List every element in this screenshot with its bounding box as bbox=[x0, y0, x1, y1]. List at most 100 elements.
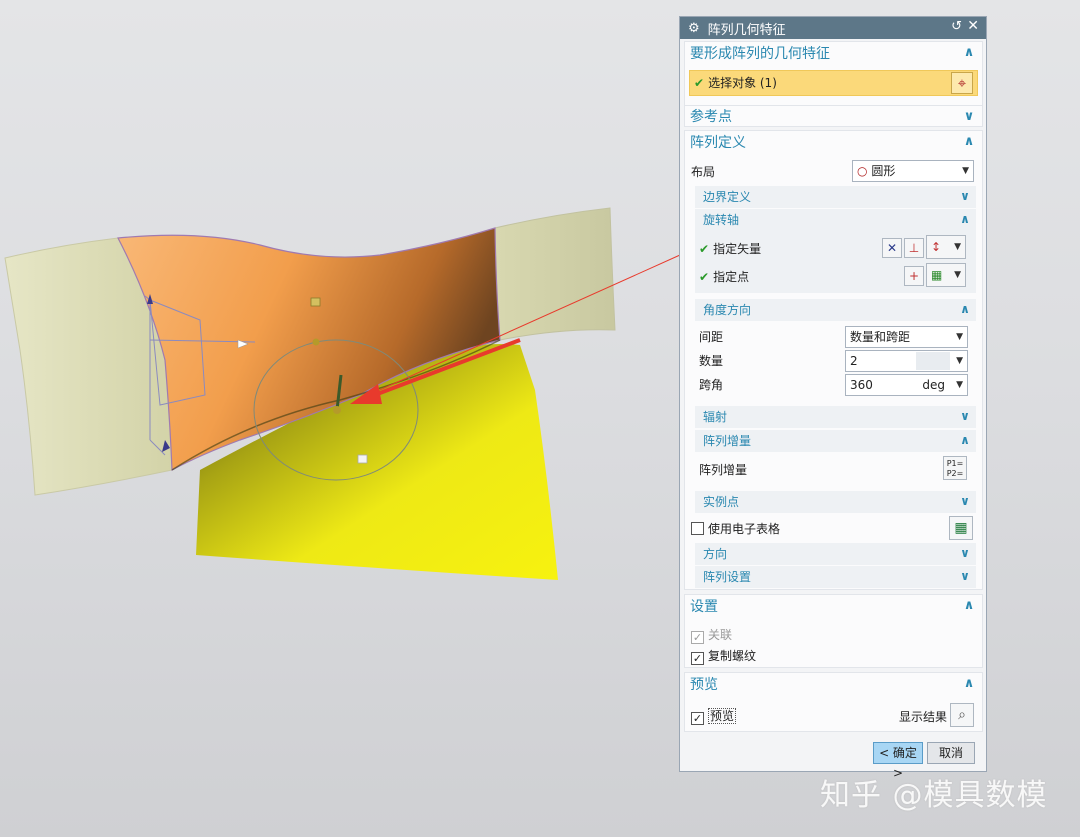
ok-button[interactable]: < 确定 > bbox=[873, 742, 923, 780]
chevron-down-icon[interactable]: ∨ bbox=[962, 109, 976, 125]
dropdown-arrow-icon: ▼ bbox=[962, 166, 969, 176]
chevron-up-icon[interactable]: ∧ bbox=[962, 45, 976, 61]
subsection-array-settings-title: 阵列设置 bbox=[703, 570, 752, 584]
chevron-up-icon[interactable]: ∧ bbox=[962, 598, 976, 614]
dialog-title-bar: ⚙ 阵列几何特征 ↺ ✕ bbox=[680, 17, 986, 39]
section-ref-point-title: 参考点 bbox=[690, 109, 732, 125]
copy-threads-label: 复制螺纹 bbox=[708, 649, 757, 663]
pale-right-surface bbox=[494, 207, 616, 341]
dropdown-arrow-icon: ▼ bbox=[956, 380, 963, 390]
subsection-array-settings[interactable]: 阵列设置 ∨ bbox=[695, 566, 976, 588]
subsection-increment[interactable]: 阵列增量 ∧ bbox=[695, 430, 976, 452]
spreadsheet-icon[interactable]: ▦ bbox=[949, 516, 973, 540]
specify-vector-row: ✔ 指定矢量 bbox=[699, 240, 761, 257]
count-value: 2 bbox=[850, 354, 858, 368]
handle-bottom[interactable] bbox=[357, 454, 368, 464]
use-spreadsheet-row[interactable]: 使用电子表格 bbox=[691, 520, 780, 537]
chevron-down-icon[interactable]: ∨ bbox=[958, 408, 972, 424]
section-settings: 设置 ∧ ✓ 关联 ✓ 复制螺纹 bbox=[684, 594, 983, 668]
check-icon: ✔ bbox=[699, 270, 710, 284]
subsection-rotation-axis-title: 旋转轴 bbox=[703, 213, 740, 227]
section-preview-title: 预览 bbox=[690, 677, 718, 693]
layout-label: 布局 bbox=[691, 165, 716, 179]
subsection-orientation[interactable]: 方向 ∨ bbox=[695, 543, 976, 565]
use-spreadsheet-checkbox[interactable] bbox=[691, 522, 704, 535]
copy-threads-row[interactable]: ✓ 复制螺纹 bbox=[691, 647, 756, 665]
associative-row: ✓ 关联 bbox=[691, 626, 732, 644]
subsection-angle-direction[interactable]: 角度方向 ∧ bbox=[695, 299, 976, 321]
section-preview: 预览 ∧ ✓ 预览 显示结果 ⌕ bbox=[684, 672, 983, 732]
chevron-up-icon[interactable]: ∧ bbox=[962, 134, 976, 150]
dropdown-arrow-icon: ▼ bbox=[956, 356, 963, 366]
spacing-dropdown[interactable]: 数量和跨距 ▼ bbox=[845, 326, 968, 348]
show-result-label: 显示结果 bbox=[899, 710, 948, 724]
chevron-up-icon[interactable]: ∧ bbox=[958, 301, 972, 317]
subsection-rotation-axis[interactable]: 旋转轴 ∧ bbox=[695, 209, 976, 231]
span-angle-unit: deg bbox=[922, 378, 945, 392]
spacing-value: 数量和跨距 bbox=[850, 330, 911, 344]
select-crosshair-icon[interactable]: ⌖ bbox=[951, 72, 973, 94]
vector-dialog-icon[interactable]: ⊥ bbox=[904, 238, 924, 258]
magnifier-icon[interactable]: ⌕ bbox=[950, 703, 974, 727]
gear-icon: ⚙ bbox=[688, 20, 700, 36]
select-object-label: 选择对象 (1) bbox=[708, 76, 777, 90]
increment-label: 阵列增量 bbox=[699, 463, 748, 477]
increment-table-icon[interactable]: P1= P2= bbox=[943, 456, 967, 480]
copy-threads-checkbox[interactable]: ✓ bbox=[691, 652, 704, 665]
vector-type-dropdown[interactable]: ↕ ▼ bbox=[926, 235, 966, 259]
subsection-radiation[interactable]: 辐射 ∨ bbox=[695, 406, 976, 428]
section-ref-point-header[interactable]: 参考点 ∨ bbox=[685, 106, 982, 128]
preview-label: 预览 bbox=[708, 708, 737, 724]
section-geometry-header[interactable]: 要形成阵列的几何特征 ∧ bbox=[685, 42, 982, 66]
pattern-geometry-dialog: ⚙ 阵列几何特征 ↺ ✕ 要形成阵列的几何特征 ∧ ✔ 选择对象 (1) ⌖ 参考… bbox=[679, 16, 987, 780]
handle-top[interactable] bbox=[310, 297, 321, 307]
preview-row[interactable]: ✓ 预览 bbox=[691, 707, 737, 725]
section-preview-header[interactable]: 预览 ∧ bbox=[685, 673, 982, 697]
section-array-def-header[interactable]: 阵列定义 ∧ bbox=[685, 131, 982, 155]
subsection-instance-point-title: 实例点 bbox=[703, 495, 740, 509]
subsection-boundary-title: 边界定义 bbox=[703, 190, 752, 204]
chevron-up-icon[interactable]: ∧ bbox=[958, 432, 972, 448]
layout-dropdown[interactable]: ○ 圆形 ▼ bbox=[852, 160, 974, 182]
chevron-down-icon[interactable]: ∨ bbox=[958, 188, 972, 204]
span-angle-value: 360 bbox=[850, 378, 873, 392]
subsection-radiation-title: 辐射 bbox=[703, 410, 728, 424]
point-dialog-icon[interactable]: + bbox=[904, 266, 924, 286]
cancel-button[interactable]: 取消 bbox=[927, 742, 975, 764]
vector-flip-icon[interactable]: ✕ bbox=[882, 238, 902, 258]
chevron-down-icon[interactable]: ∨ bbox=[958, 568, 972, 584]
associative-label: 关联 bbox=[708, 628, 733, 642]
circle-icon: ○ bbox=[857, 164, 868, 178]
chevron-up-icon[interactable]: ∧ bbox=[958, 211, 972, 227]
span-angle-input[interactable]: 360 deg ▼ bbox=[845, 374, 968, 396]
chevron-down-icon[interactable]: ∨ bbox=[958, 493, 972, 509]
use-spreadsheet-label: 使用电子表格 bbox=[708, 522, 781, 536]
close-icon[interactable]: ✕ bbox=[967, 18, 979, 34]
section-geometry-title: 要形成阵列的几何特征 bbox=[690, 46, 830, 62]
associative-checkbox: ✓ bbox=[691, 631, 704, 644]
section-ref-point[interactable]: 参考点 ∨ bbox=[684, 105, 983, 127]
spacing-label: 间距 bbox=[699, 330, 724, 344]
dropdown-arrow-icon: ▼ bbox=[956, 332, 963, 342]
subsection-instance-point[interactable]: 实例点 ∨ bbox=[695, 491, 976, 513]
reset-icon[interactable]: ↺ bbox=[951, 19, 962, 34]
select-object-row[interactable]: ✔ 选择对象 (1) ⌖ bbox=[689, 70, 978, 96]
subsection-increment-title: 阵列增量 bbox=[703, 434, 752, 448]
span-angle-label: 跨角 bbox=[699, 378, 724, 392]
count-input[interactable]: 2 ▼ bbox=[845, 350, 968, 372]
section-settings-title: 设置 bbox=[690, 599, 718, 615]
specify-vector-label: 指定矢量 bbox=[713, 242, 762, 256]
check-icon: ✔ bbox=[694, 76, 705, 90]
chevron-down-icon[interactable]: ∨ bbox=[958, 545, 972, 561]
subsection-boundary[interactable]: 边界定义 ∨ bbox=[695, 186, 976, 208]
check-icon: ✔ bbox=[699, 242, 710, 256]
section-settings-header[interactable]: 设置 ∧ bbox=[685, 595, 982, 619]
specify-point-label: 指定点 bbox=[713, 270, 750, 284]
watermark: 知乎 @模具数模 bbox=[820, 778, 1048, 813]
section-array-def: 阵列定义 ∧ 布局 ○ 圆形 ▼ 边界定义 ∨ 旋转轴 ∧ ✔ 指定矢量 ✕ ⊥ … bbox=[684, 130, 983, 590]
chevron-up-icon[interactable]: ∧ bbox=[962, 676, 976, 692]
point-type-dropdown[interactable]: ▦ ▼ bbox=[926, 263, 966, 287]
preview-checkbox[interactable]: ✓ bbox=[691, 712, 704, 725]
dialog-title: 阵列几何特征 bbox=[707, 22, 786, 38]
specify-point-row: ✔ 指定点 bbox=[699, 268, 749, 285]
